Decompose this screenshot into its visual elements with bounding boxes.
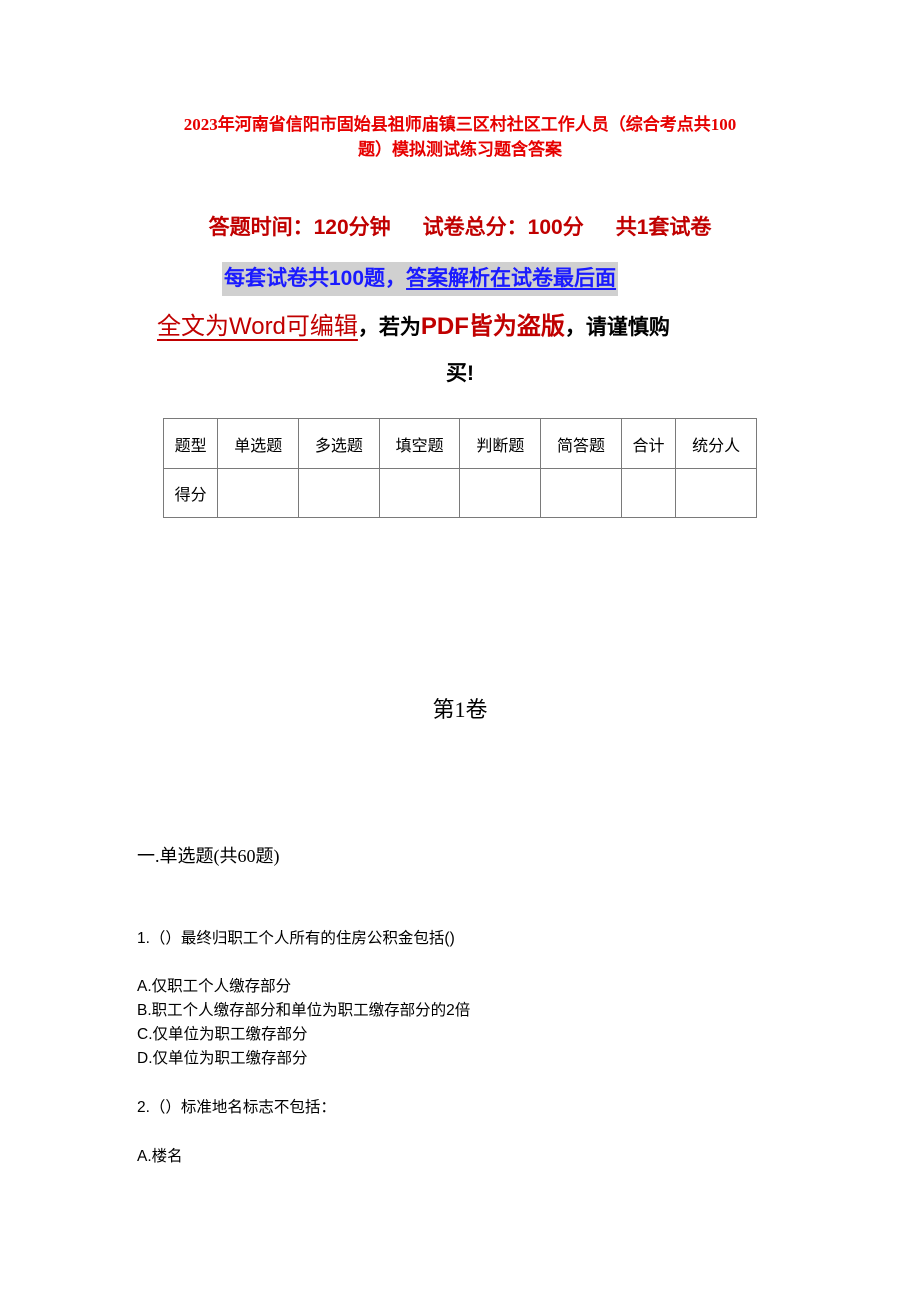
- warning-text-2: ，请谨慎购: [564, 316, 670, 339]
- score-cell: [675, 468, 757, 518]
- header-cell: 简答题: [540, 418, 622, 469]
- score-row-label: 得分: [162, 468, 219, 518]
- document-title: 2023年河南省信阳市固始县祖师庙镇三区村社区工作人员（综合考点共100 题）模…: [140, 112, 780, 162]
- header-cell: 合计: [620, 418, 677, 469]
- answer-notice-count: 每套试卷共100题，: [224, 267, 407, 290]
- document-title-line-1: 2023年河南省信阳市固始县祖师庙镇三区村社区工作人员（综合考点共100: [183, 115, 737, 134]
- score-table: 题型 单选题 多选题 填空题 判断题 简答题 合计 统分人 得分: [162, 418, 757, 518]
- document-title-line-2: 题）模拟测试练习题含答案: [358, 140, 562, 159]
- warning-text-1: ，若为: [357, 316, 421, 339]
- question-1-option-b: B.职工个人缴存部分和单位为职工缴存部分的2倍: [137, 1002, 471, 1019]
- exam-set-count: 共1套试卷: [615, 216, 712, 239]
- score-table-score-row: 得分: [162, 468, 757, 518]
- question-1-stem: 1.（）最终归职工个人所有的住房公积金包括(): [137, 930, 455, 947]
- question-2-stem: 2.（）标准地名标志不包括：: [137, 1099, 336, 1116]
- header-cell: 单选题: [217, 418, 300, 469]
- word-editable-link[interactable]: 全文为Word可编辑: [157, 313, 358, 340]
- score-cell: [540, 468, 622, 518]
- score-cell: [620, 468, 677, 518]
- question-2-option-a: A.楼名: [137, 1148, 183, 1165]
- question-1-option-a: A.仅职工个人缴存部分: [137, 978, 292, 995]
- question-1-option-c: C.仅单位为职工缴存部分: [137, 1026, 308, 1043]
- header-cell: 统分人: [675, 418, 757, 469]
- score-cell: [378, 468, 461, 518]
- answer-notice: 每套试卷共100题，答案解析在试卷最后面: [222, 262, 619, 296]
- score-cell: [459, 468, 542, 518]
- header-cell: 多选题: [298, 418, 380, 469]
- answer-notice-link[interactable]: 答案解析在试卷最后面: [406, 267, 616, 290]
- question-1-option-d: D.仅单位为职工缴存部分: [137, 1050, 308, 1067]
- score-table-header-row: 题型 单选题 多选题 填空题 判断题 简答题 合计 统分人: [162, 418, 757, 469]
- header-cell: 题型: [162, 418, 219, 469]
- header-cell: 判断题: [459, 418, 542, 469]
- header-cell: 填空题: [378, 418, 461, 469]
- pdf-piracy-text: PDF皆为盗版: [420, 313, 565, 340]
- exam-meta: 答题时间：120分钟 试卷总分：100分 共1套试卷: [0, 213, 920, 243]
- volume-heading: 第1卷: [432, 697, 488, 722]
- exam-total-score: 试卷总分：100分: [422, 216, 584, 239]
- section-heading: 一.单选题(共60题): [137, 846, 280, 866]
- score-cell: [298, 468, 380, 518]
- warning-text-line-2: 买!: [446, 362, 474, 385]
- score-cell: [217, 468, 300, 518]
- piracy-warning: 全文为Word可编辑，若为PDF皆为盗版，请谨慎购: [157, 309, 670, 346]
- exam-time: 答题时间：120分钟: [208, 216, 391, 239]
